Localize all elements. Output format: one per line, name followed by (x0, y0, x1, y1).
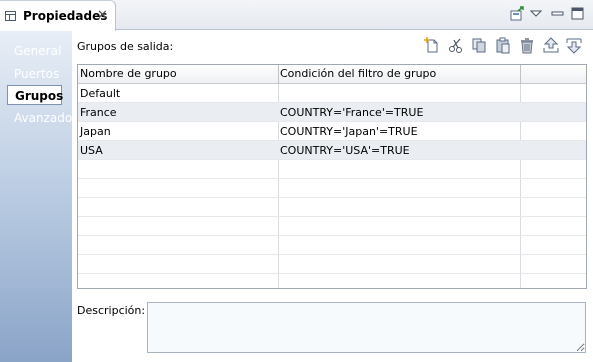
group-name-cell[interactable]: Default (80, 87, 120, 100)
filter-condition-cell[interactable]: COUNTRY='Japan'=TRUE (280, 125, 418, 138)
nav-item-general[interactable]: General (14, 44, 61, 58)
nav-item-avanzado[interactable]: Avanzado (14, 111, 72, 125)
groups-toolbar (424, 37, 589, 55)
paste-icon[interactable] (495, 37, 511, 54)
group-name-cell[interactable]: Japan (80, 125, 111, 138)
nav-item-puertos[interactable]: Puertos (14, 67, 59, 81)
column-header-group-name[interactable]: Nombre de grupo (80, 67, 177, 80)
new-icon[interactable] (424, 37, 440, 54)
group-name-cell[interactable]: France (80, 106, 117, 119)
empty-row (78, 198, 586, 217)
header-divider (520, 65, 521, 84)
empty-row (78, 217, 586, 236)
group-name-cell[interactable]: USA (80, 144, 103, 157)
output-groups-table: Nombre de grupo Condición del filtro de … (77, 64, 587, 289)
header-divider (278, 65, 279, 84)
view-menu-icon[interactable] (530, 6, 542, 22)
empty-row (78, 160, 586, 179)
minimize-icon[interactable] (551, 6, 564, 22)
delete-icon[interactable] (519, 37, 535, 54)
copy-icon[interactable] (471, 37, 487, 54)
tab-title: Propiedades (23, 9, 108, 23)
table-row[interactable]: France COUNTRY='France'=TRUE (78, 103, 586, 122)
table-row[interactable]: Japan COUNTRY='Japan'=TRUE (78, 122, 586, 141)
column-header-filter-condition[interactable]: Condición del filtro de grupo (280, 67, 436, 80)
table-row[interactable]: Default (78, 84, 586, 103)
filter-condition-cell[interactable]: COUNTRY='USA'=TRUE (280, 144, 410, 157)
close-icon[interactable]: ✕ (97, 8, 108, 23)
description-field[interactable] (147, 302, 586, 353)
empty-row (78, 236, 586, 255)
output-groups-label: Grupos de salida: (77, 40, 174, 53)
move-down-icon[interactable] (566, 37, 582, 54)
filter-condition-cell[interactable]: COUNTRY='France'=TRUE (280, 106, 423, 119)
groups-panel: Grupos de salida: Nombre de grupo Condic… (72, 31, 593, 362)
empty-row (78, 179, 586, 198)
move-up-icon[interactable] (543, 37, 559, 54)
nav-item-grupos[interactable]: Grupos (7, 85, 63, 105)
empty-row (78, 255, 586, 274)
properties-table-icon (5, 11, 16, 21)
description-label: Descripción: (77, 304, 146, 317)
table-row[interactable]: USA COUNTRY='USA'=TRUE (78, 141, 586, 160)
properties-sidenav: General Puertos Grupos Avanzado (0, 31, 72, 362)
view-tab-bar: Propiedades ✕ (0, 0, 593, 31)
pin-view-icon[interactable] (510, 6, 525, 22)
table-header: Nombre de grupo Condición del filtro de … (78, 65, 586, 84)
cut-icon[interactable] (448, 37, 464, 54)
maximize-icon[interactable] (571, 6, 584, 22)
properties-view-tab[interactable]: Propiedades ✕ (0, 0, 116, 31)
